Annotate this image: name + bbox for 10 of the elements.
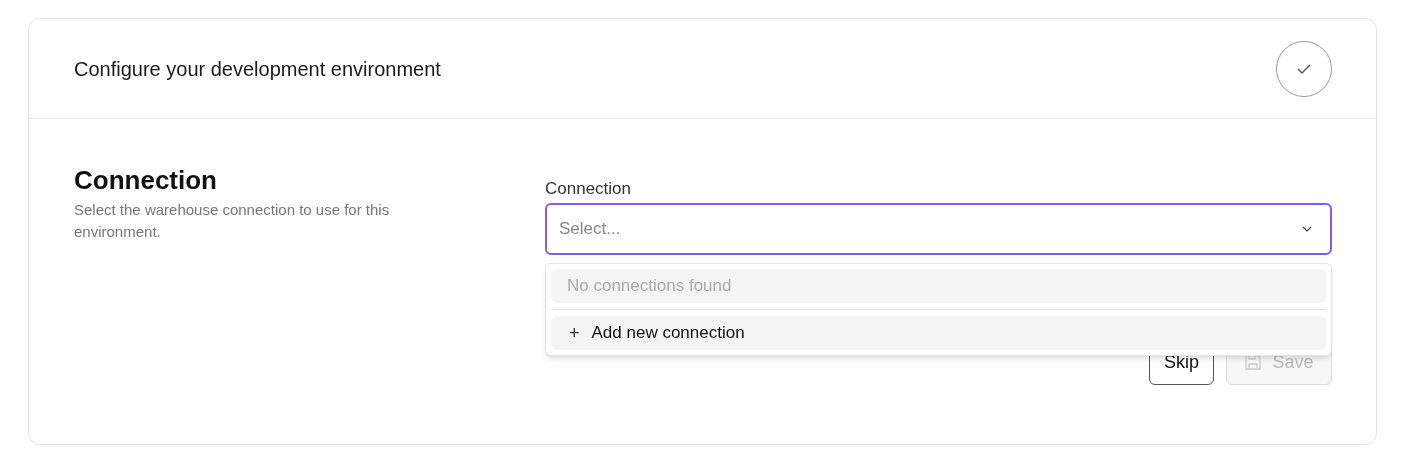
save-icon	[1244, 353, 1263, 371]
check-icon	[1297, 63, 1311, 74]
field-label: Connection	[545, 178, 632, 200]
add-connection-option[interactable]: + Add new connection	[551, 316, 1326, 350]
empty-message: No connections found	[551, 269, 1326, 303]
chevron-down-icon	[1302, 226, 1312, 232]
section-description: Select the warehouse connection to use for this environment.	[74, 200, 391, 242]
connection-select[interactable]: Select...	[545, 203, 1332, 255]
section-heading: Connection	[74, 164, 218, 197]
page-title: Configure your development environment	[74, 56, 441, 82]
